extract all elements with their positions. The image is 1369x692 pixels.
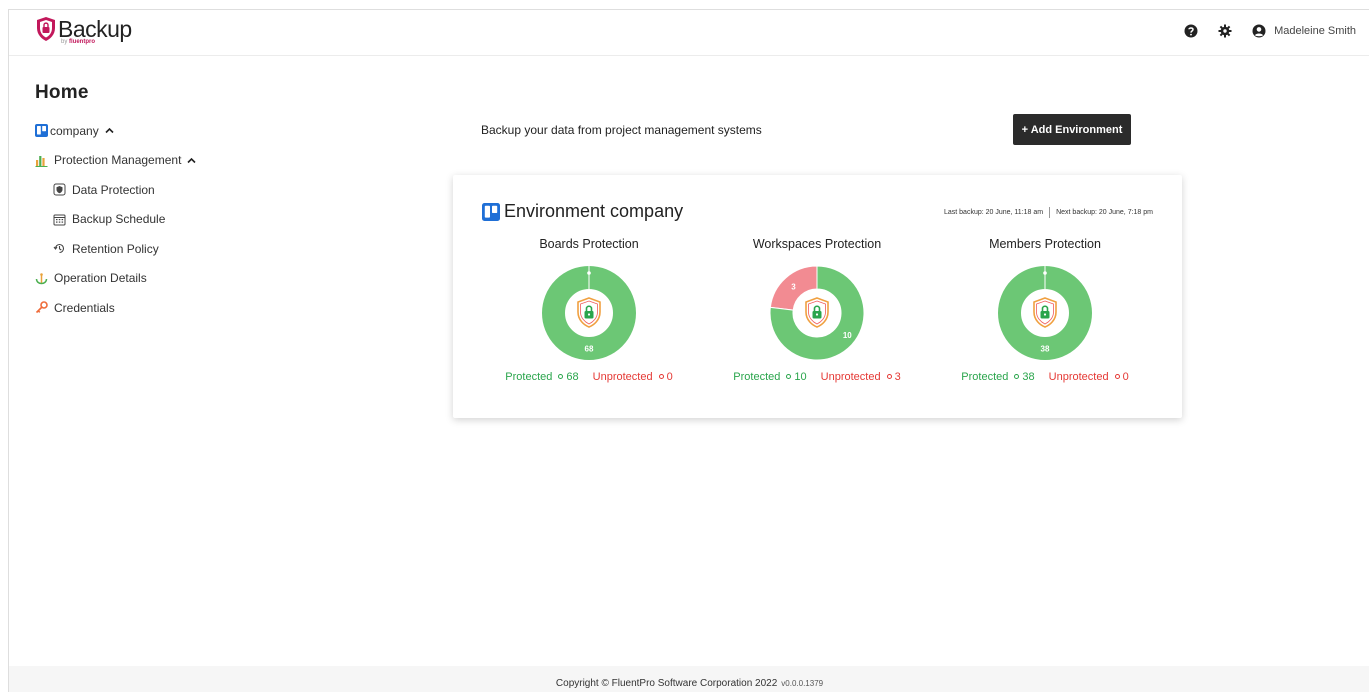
sidebar-item-company[interactable]: company bbox=[35, 116, 255, 146]
key-icon bbox=[35, 301, 48, 314]
donut-slice-protected-label: 10 bbox=[843, 331, 852, 340]
header-actions: Madeleine Smith bbox=[1164, 24, 1356, 38]
legend-dot bbox=[1114, 374, 1120, 380]
sidebar-item-data-protection[interactable]: Data Protection bbox=[35, 175, 255, 205]
calendar-icon bbox=[53, 214, 66, 226]
legend-dot bbox=[886, 374, 892, 380]
bar-chart-icon bbox=[35, 155, 48, 167]
legend-protected-label: Protected bbox=[961, 371, 1009, 383]
top-bar: Backup by fluentpro Madeleine Smith bbox=[9, 10, 1369, 56]
shield-icon bbox=[53, 183, 66, 196]
legend-unprotected-label: Unprotected bbox=[820, 371, 881, 383]
page-tagline: Backup your data from project management… bbox=[481, 123, 762, 137]
sidebar-item-label: company bbox=[50, 123, 99, 138]
panel-title: Members Protection bbox=[989, 237, 1101, 251]
workspaces-protection-donut[interactable]: 3 10 bbox=[769, 265, 865, 361]
legend-protected-count: 38 bbox=[1022, 371, 1035, 383]
user-name[interactable]: Madeleine Smith bbox=[1274, 25, 1356, 37]
sidebar-item-backup-schedule[interactable]: Backup Schedule bbox=[35, 205, 255, 235]
app-frame: Backup by fluentpro Madeleine Smith Home… bbox=[8, 9, 1369, 692]
legend-unprotected-label: Unprotected bbox=[592, 371, 653, 383]
sidebar-item-label: Operation Details bbox=[54, 271, 147, 286]
environment-card[interactable]: Environment company Last backup: 20 June… bbox=[453, 175, 1182, 418]
environment-name: Environment company bbox=[504, 201, 684, 221]
lock-shield-icon bbox=[566, 290, 612, 336]
gear-icon[interactable] bbox=[1218, 24, 1232, 38]
help-icon[interactable] bbox=[1184, 24, 1198, 38]
legend-unprotected: Unprotected 0 bbox=[1049, 371, 1129, 383]
lock-shield-icon bbox=[794, 290, 840, 336]
footer: Copyright © FluentPro Software Corporati… bbox=[9, 666, 1369, 692]
legend-unprotected: Unprotected 0 bbox=[593, 371, 673, 383]
legend-dot bbox=[558, 374, 564, 380]
panel-title: Boards Protection bbox=[539, 237, 639, 251]
sidebar-nav: company Protection Management Data Prote… bbox=[35, 116, 255, 323]
legend-protected: Protected 38 bbox=[961, 371, 1034, 383]
user-avatar-icon[interactable] bbox=[1252, 24, 1266, 38]
logo-byline-brand: fluentpro bbox=[69, 39, 96, 45]
page-title: Home bbox=[35, 82, 89, 103]
anchor-icon bbox=[35, 272, 48, 285]
copyright-text: Copyright © FluentPro Software Corporati… bbox=[555, 678, 778, 689]
sidebar-item-label: Credentials bbox=[54, 300, 115, 315]
sidebar-item-label: Protection Management bbox=[54, 153, 182, 168]
trello-icon bbox=[35, 124, 48, 138]
panel-legend: Protected 38 Unprotected 0 bbox=[945, 371, 1145, 383]
app-logo[interactable]: Backup by fluentpro bbox=[35, 16, 132, 50]
lock-shield-icon bbox=[1022, 290, 1068, 336]
sidebar-item-label: Retention Policy bbox=[72, 241, 159, 256]
boards-protection-donut[interactable]: 68 bbox=[541, 265, 637, 361]
donut-slice-unprotected-label: 3 bbox=[791, 282, 796, 291]
logo-byline: by fluentpro bbox=[61, 39, 95, 45]
sidebar-item-label: Data Protection bbox=[72, 182, 155, 197]
donut-start-dot bbox=[1043, 271, 1047, 275]
app-version: v0.0.0.1379 bbox=[781, 679, 824, 688]
sidebar-item-operation-details[interactable]: Operation Details bbox=[35, 264, 255, 294]
environment-title: Environment company bbox=[482, 201, 683, 222]
last-backup: Last backup: 20 June, 11:18 am bbox=[943, 209, 1044, 216]
legend-dot bbox=[658, 374, 664, 380]
trello-icon bbox=[482, 202, 500, 221]
chevron-up-icon[interactable] bbox=[105, 126, 114, 135]
legend-dot bbox=[786, 374, 792, 380]
members-protection-panel: Members Protection 38 Protected 38 Unprot… bbox=[945, 237, 1145, 383]
lock-shield-logo-icon bbox=[37, 17, 55, 41]
members-protection-donut[interactable]: 38 bbox=[997, 265, 1093, 361]
panel-legend: Protected 10 Unprotected 3 bbox=[717, 371, 917, 383]
boards-protection-panel: Boards Protection 68 Protected 68 Unprote… bbox=[489, 237, 689, 383]
legend-protected-label: Protected bbox=[733, 371, 781, 383]
donut-start-dot bbox=[587, 271, 591, 275]
legend-unprotected-count: 3 bbox=[894, 371, 901, 383]
legend-unprotected: Unprotected 3 bbox=[821, 371, 901, 383]
donut-slice-protected-label: 68 bbox=[585, 345, 594, 354]
legend-unprotected-count: 0 bbox=[666, 371, 673, 383]
legend-protected-count: 10 bbox=[794, 371, 807, 383]
legend-dot bbox=[1014, 374, 1020, 380]
legend-protected-label: Protected bbox=[505, 371, 553, 383]
legend-unprotected-label: Unprotected bbox=[1048, 371, 1109, 383]
legend-protected: Protected 10 bbox=[733, 371, 806, 383]
panel-title: Workspaces Protection bbox=[752, 237, 882, 251]
workspaces-protection-panel: Workspaces Protection 3 10 Protected 10 Un… bbox=[717, 237, 917, 383]
legend-unprotected-count: 0 bbox=[1122, 371, 1129, 383]
sidebar-item-label: Backup Schedule bbox=[72, 212, 166, 227]
logo-byline-prefix: by bbox=[61, 39, 70, 45]
add-environment-button[interactable]: + Add Environment bbox=[1013, 114, 1131, 145]
sidebar-item-protection-management[interactable]: Protection Management bbox=[35, 146, 255, 176]
sidebar-item-credentials[interactable]: Credentials bbox=[35, 293, 255, 323]
legend-protected-count: 68 bbox=[566, 371, 579, 383]
chevron-up-icon[interactable] bbox=[187, 156, 196, 165]
sidebar-item-retention-policy[interactable]: Retention Policy bbox=[35, 234, 255, 264]
legend-protected: Protected 68 bbox=[505, 371, 578, 383]
next-backup: Next backup: 20 June, 7:18 pm bbox=[1056, 209, 1153, 216]
donut-slice-protected-label: 38 bbox=[1041, 345, 1050, 354]
panel-legend: Protected 68 Unprotected 0 bbox=[489, 371, 689, 383]
sidebar: Home company Protection Management Data … bbox=[35, 82, 255, 323]
divider bbox=[1049, 207, 1051, 218]
backup-info: Last backup: 20 June, 11:18 am Next back… bbox=[944, 207, 1153, 218]
retention-icon bbox=[53, 244, 65, 254]
